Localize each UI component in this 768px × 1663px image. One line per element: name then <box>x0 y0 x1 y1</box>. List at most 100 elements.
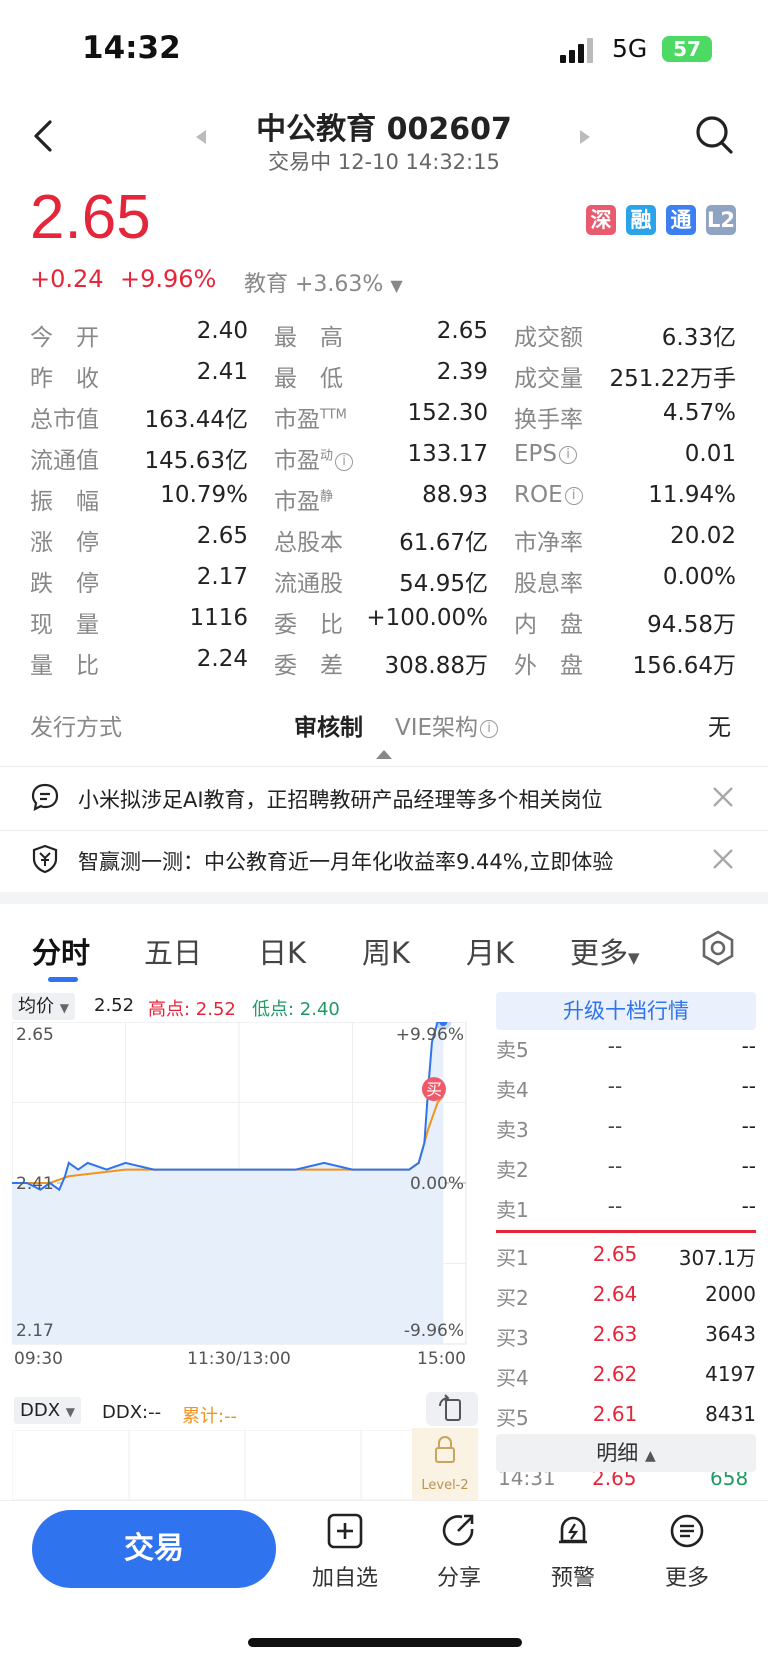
order-volume: 3643 <box>705 1322 756 1346</box>
order-volume: -- <box>741 1074 756 1098</box>
chevron-down-icon: ▼ <box>59 1001 69 1015</box>
bid-row[interactable]: 买4 2.62 4197 <box>496 1362 756 1398</box>
order-level-label: 买3 <box>496 1326 529 1350</box>
ddx-cumulative: 累计:-- <box>182 1406 238 1427</box>
order-volume: 307.1万 <box>678 1246 756 1270</box>
upgrade-ten-level-button[interactable]: 升级十档行情 <box>496 992 756 1030</box>
metric-value: 4.57% <box>662 400 736 426</box>
metric-value: 2.17 <box>196 564 248 590</box>
tab-five-day[interactable]: 五日 <box>144 930 202 972</box>
level2-lock[interactable]: Level-2 <box>412 1428 478 1500</box>
intraday-chart[interactable]: 买 2.65 2.41 2.17 +9.96% 0.00% -9.96% 09:30 11:30… <box>12 1022 478 1366</box>
metric-value: 2.65 <box>436 318 488 344</box>
order-level-label: 卖1 <box>496 1198 529 1222</box>
order-volume: 2000 <box>705 1282 756 1306</box>
trade-button[interactable]: 交易 <box>32 1510 276 1588</box>
close-icon[interactable] <box>712 786 734 808</box>
vie-label[interactable]: VIE架构 i <box>395 708 499 742</box>
x-tick: 09:30 <box>14 1349 63 1366</box>
caret-up-icon: ▲ <box>644 1448 656 1464</box>
tab-active-indicator <box>48 977 78 982</box>
ask-row[interactable]: 卖3 -- -- <box>496 1114 756 1150</box>
info-icon: i <box>335 452 354 471</box>
share-button[interactable]: 分享 <box>414 1512 504 1592</box>
alert-button[interactable]: 预警 <box>528 1512 618 1592</box>
order-price: 2.62 <box>592 1362 638 1386</box>
more-button[interactable]: 更多 <box>642 1512 732 1592</box>
order-volume: -- <box>741 1034 756 1058</box>
badge-connect[interactable]: 通 <box>666 205 696 235</box>
metric-value: 88.93 <box>422 482 488 508</box>
y-tick-right: +9.96% <box>396 1025 464 1045</box>
tab-more[interactable]: 更多▼ <box>570 930 640 972</box>
next-stock-icon[interactable] <box>580 130 590 144</box>
metric-label: 换手率 <box>514 407 583 433</box>
search-icon[interactable] <box>694 114 734 156</box>
page-title: 中公教育 002607 <box>256 112 512 147</box>
bid-row[interactable]: 买1 2.65 307.1万 <box>496 1242 756 1278</box>
bid-row[interactable]: 买5 2.61 8431 <box>496 1402 756 1438</box>
order-price: 2.61 <box>592 1402 638 1426</box>
metric-label: 委 差 <box>274 653 343 679</box>
order-price: -- <box>607 1074 623 1098</box>
metric-label: 总股本 <box>274 530 343 556</box>
alert-icon <box>559 1516 587 1544</box>
order-volume: -- <box>741 1194 756 1218</box>
badge-level2[interactable]: L2 <box>706 205 736 235</box>
metric-label[interactable]: ROE i <box>514 482 583 508</box>
ask-row[interactable]: 卖5 -- -- <box>496 1034 756 1070</box>
metric-label[interactable]: 市盈动 i <box>274 441 354 475</box>
chevron-down-icon: ▼ <box>628 949 640 967</box>
more-icon <box>670 1514 704 1548</box>
order-volume: -- <box>741 1114 756 1138</box>
bid-row[interactable]: 买2 2.64 2000 <box>496 1282 756 1318</box>
metric-value: 1116 <box>189 605 248 631</box>
close-icon[interactable] <box>712 848 734 870</box>
add-watchlist-icon <box>327 1513 363 1549</box>
tab-weekly-k[interactable]: 周K <box>362 930 410 972</box>
indicator-select[interactable]: 均价 ▼ <box>12 992 75 1022</box>
badge-shenzhen[interactable]: 深 <box>586 205 616 235</box>
ask-row[interactable]: 卖2 -- -- <box>496 1154 756 1190</box>
tab-monthly-k[interactable]: 月K <box>466 930 514 972</box>
metric-label: 流通股 <box>274 571 343 597</box>
order-level-label: 买2 <box>496 1286 529 1310</box>
badge-margin[interactable]: 融 <box>626 205 656 235</box>
notice-text-promo[interactable]: 智赢测一测：中公教育近一月年化收益率9.44%,立即体验 <box>78 846 613 876</box>
tab-daily-k[interactable]: 日K <box>258 930 306 972</box>
ask-row[interactable]: 卖4 -- -- <box>496 1074 756 1110</box>
metric-label[interactable]: EPS i <box>514 441 578 467</box>
metrics-row: 流通值 145.63亿 市盈动 i 133.17 EPS i 0.01 <box>0 441 768 482</box>
detail-toggle[interactable]: 明细 ▲ <box>496 1434 756 1472</box>
metric-label: 股息率 <box>514 571 583 597</box>
rotate-screen-button[interactable] <box>426 1392 478 1426</box>
chart-settings-icon[interactable] <box>700 930 736 966</box>
metrics-row: 量 比 2.24 委 差 308.88万外 盘 156.64万 <box>0 646 768 687</box>
metric-label: 今 开 <box>30 325 99 351</box>
price-change-pct: +9.96% <box>120 265 217 293</box>
metric-value: 2.41 <box>196 359 248 385</box>
y-tick-left: 2.17 <box>16 1321 54 1341</box>
metric-label: 成交量 <box>514 366 583 392</box>
add-watchlist-button[interactable]: 加自选 <box>300 1512 390 1592</box>
ask-row[interactable]: 卖1 -- -- <box>496 1194 756 1230</box>
cellular-signal-icon <box>560 38 593 63</box>
level2-label: Level-2 <box>421 1478 469 1493</box>
info-icon: i <box>480 719 499 738</box>
notice-text-news[interactable]: 小米拟涉足AI教育，正招聘教研产品经理等多个相关岗位 <box>78 784 603 814</box>
metric-value: 0.01 <box>684 441 736 467</box>
sector-link[interactable]: 教育 +3.63% ▼ <box>244 266 403 298</box>
collapse-caret-icon[interactable] <box>376 750 392 759</box>
divider <box>0 766 768 767</box>
order-level-label: 卖3 <box>496 1118 529 1142</box>
buy-marker-label: 买 <box>426 1080 442 1099</box>
info-icon: i <box>564 486 583 505</box>
ddx-select[interactable]: DDX ▼ <box>14 1397 82 1424</box>
high-point-label: 高点: 2.52 <box>148 999 236 1020</box>
order-volume: 4197 <box>705 1362 756 1386</box>
metrics-row: 今 开 2.40 最 高 2.65 成交额 6.33亿 <box>0 318 768 359</box>
metric-label: 总市值 <box>30 407 99 433</box>
y-tick-right: 0.00% <box>410 1174 464 1194</box>
tab-intraday[interactable]: 分时 <box>32 930 90 972</box>
bid-row[interactable]: 买3 2.63 3643 <box>496 1322 756 1358</box>
